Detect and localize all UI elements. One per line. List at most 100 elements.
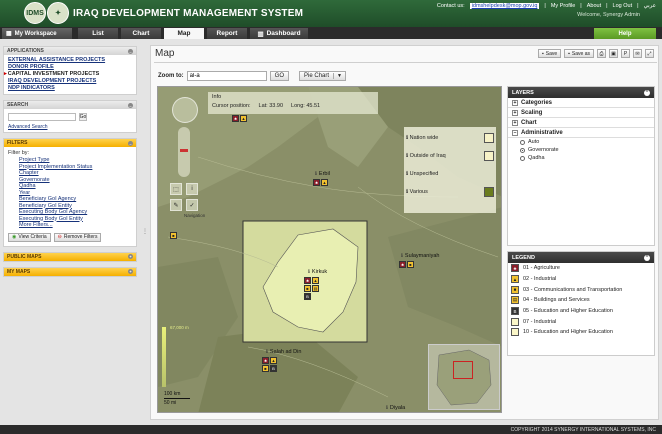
layer-section-chart[interactable]: + Chart [508,118,654,128]
map-canvas[interactable]: ⬚ i ✎ ✓ Navigation Info Cursor position:… [157,86,502,413]
tab-list[interactable]: List [78,28,118,39]
north-project-icons[interactable]: ♣ ▲ [232,115,254,122]
app-link-donor-profile[interactable]: DONOR PROFILE [8,64,132,71]
my-profile-link[interactable]: My Profile [551,3,575,9]
chevron-down-icon: ▼ [333,73,345,79]
info-icon: ℹ [406,189,409,195]
tab-map[interactable]: Map [164,28,204,39]
expand-icon[interactable]: + [128,254,133,259]
welcome-text: Welcome, Synergy Admin [577,12,640,18]
email-icon[interactable]: ✉ [633,49,642,58]
applications-header[interactable]: APPLICATIONS – [4,47,136,55]
advanced-search-link[interactable]: Advanced Search [8,124,47,130]
search-go-button[interactable]: Go [79,113,87,121]
layer-section-administrative[interactable]: – Administrative [508,128,654,138]
overview-map[interactable] [428,344,500,410]
applications-panel: APPLICATIONS – EXTERNAL ASSISTANCE PROJE… [3,46,137,95]
fullscreen-icon[interactable]: ⤢ [645,49,654,58]
option-qadha[interactable]: Qadha [508,154,654,162]
collapse-icon[interactable]: – [128,48,133,54]
option-governorate[interactable]: Governorate [508,146,654,154]
city-sulaymaniyah[interactable]: ℹ Sulaymaniyah [401,253,439,259]
legend-nationwide-row[interactable]: ℹ Nation wide [406,129,494,147]
arabic-language-link[interactable]: عربي [644,3,656,9]
chart-type-select[interactable]: Pie Chart ▼ [299,71,346,81]
radio-governorate[interactable] [520,147,525,153]
tab-dashboard[interactable]: ▥ Dashboard [250,28,308,39]
expand-icon[interactable]: + [128,269,133,274]
layers-header[interactable]: LAYERS ⌃ [508,87,654,98]
city-diyala[interactable]: ℹ Diyala [386,405,405,411]
app-link-iraq-development[interactable]: IRAQ DEVELOPMENT PROJECTS [8,78,132,85]
measure-tool-icon[interactable]: ✓ [186,199,198,211]
salah-ad-din-project-icons[interactable]: ♣ ▲ ■ B [262,357,284,372]
logout-link[interactable]: Log Out [613,3,633,9]
search-header[interactable]: SEARCH – [4,101,136,109]
west-project-icons[interactable]: ■ [170,232,192,239]
radio-auto[interactable] [520,139,525,145]
pan-control[interactable] [172,97,198,123]
legend-various-row[interactable]: ℹ Various [406,183,494,201]
view-criteria-button[interactable]: ◉ View Criteria [8,232,51,242]
expand-icon: + [512,109,518,116]
my-maps-header[interactable]: MY MAPS + [4,267,136,276]
identify-tool-icon[interactable]: i [186,183,198,195]
city-erbil[interactable]: ℹ Erbil [315,171,330,177]
zoom-go-button[interactable]: GO [269,71,290,81]
search-input[interactable] [8,113,76,121]
layer-section-categories[interactable]: + Categories [508,98,654,108]
public-maps-panel: PUBLIC MAPS + [3,251,137,262]
filters-header[interactable]: FILTERS – [4,139,136,147]
info-icon: ℹ [406,171,409,177]
option-auto[interactable]: Auto [508,138,654,146]
print-icon[interactable]: ⎙ [597,49,606,58]
public-maps-header[interactable]: PUBLIC MAPS + [4,252,136,261]
save-button[interactable]: ▪ Save [537,49,562,58]
collapse-icon[interactable]: – [128,102,133,108]
legend-header[interactable]: LEGEND ⌃ [508,252,654,263]
map-toolbar: ▪ Save ▪ Save as ⎙ ▣ P ✉ ⤢ [537,49,654,58]
zoom-slider[interactable] [178,127,190,177]
truck-icon: ■ [511,285,519,294]
book-icon: B [270,365,277,372]
help-button[interactable]: Help [594,28,656,39]
zoom-slider-knob[interactable] [180,149,188,152]
more-filters-link[interactable]: More Filters... [8,222,132,229]
overview-viewport-box[interactable] [453,361,473,379]
collapse-icon[interactable]: – [128,140,133,146]
radio-qadha[interactable] [520,155,525,161]
legend-item: ♣ 01 - Agriculture [508,263,654,274]
cursor-position-label: Cursor position: [212,103,251,109]
erbil-project-icons[interactable]: ♣ ▲ [313,179,335,186]
export-pdf-icon[interactable]: P [621,49,630,58]
square-icon [511,317,519,326]
legend-panel: LEGEND ⌃ ♣ 01 - Agriculture ▲ 02 - Indus… [507,251,655,356]
select-tool-icon[interactable]: ⬚ [170,183,182,195]
legend-unspecified-row[interactable]: ℹ Unspecified [406,165,494,183]
tractor-icon: ♣ [399,261,406,268]
sidebar-resize-handle-icon[interactable]: ⋮ [142,228,148,235]
info-icon: ℹ [266,349,268,355]
collapse-icon[interactable]: ⌃ [644,89,650,96]
legend-outside-iraq-row[interactable]: ℹ Outside of Iraq [406,147,494,165]
draw-tool-icon[interactable]: ✎ [170,199,182,211]
tab-report[interactable]: Report [207,28,247,39]
remove-filters-button[interactable]: ⊖ Remove Filters [53,232,102,242]
zoom-to-input[interactable] [186,71,267,81]
tab-chart[interactable]: Chart [121,28,161,39]
app-link-external-assistance[interactable]: EXTERNAL ASSISTANCE PROJECTS [8,57,132,64]
sulaymaniyah-project-icons[interactable]: ♣ ■ [399,261,421,268]
app-link-capital-investment[interactable]: CAPITAL INVESTMENT PROJECTS [8,71,132,78]
export-image-icon[interactable]: ▣ [609,49,618,58]
layer-section-scaling[interactable]: + Scaling [508,108,654,118]
collapse-icon[interactable]: ⌃ [644,254,650,261]
contact-email-link[interactable]: idmshelpdesk@mop.gov.iq [469,3,540,9]
main-content: Map ▪ Save ▪ Save as ⎙ ▣ P ✉ ⤢ Zoom to: … [150,45,659,420]
city-salah-ad-din[interactable]: ℹ Salah ad Din [266,349,301,355]
app-link-ndp-indicators[interactable]: NDP INDICATORS [8,85,132,92]
save-as-button[interactable]: ▪ Save as [564,49,594,58]
about-link[interactable]: About [587,3,601,9]
city-kirkuk[interactable]: ℹ Kirkuk [308,269,327,275]
kirkuk-project-icons[interactable]: ♣ ▲ ■ ▤ B [304,277,326,300]
my-workspace-tab[interactable]: ▦ My Workspace [2,28,72,39]
